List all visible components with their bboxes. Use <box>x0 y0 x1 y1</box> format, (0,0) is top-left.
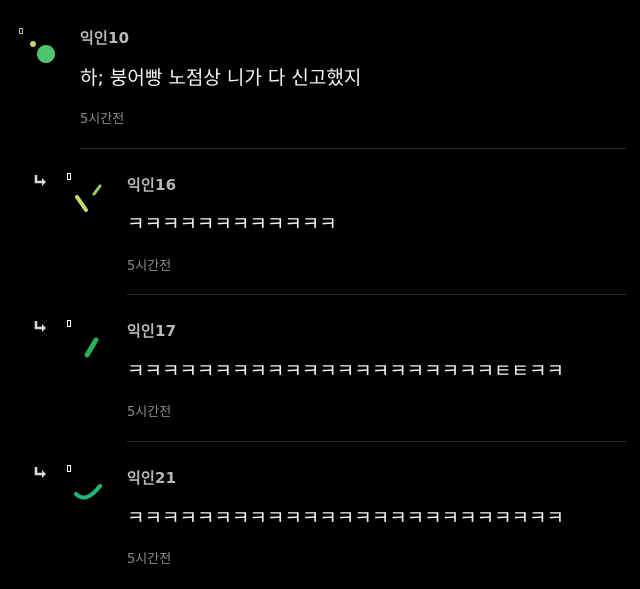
comment-time: 5시간전 <box>127 259 172 274</box>
comment-author[interactable]: 익인10 <box>80 27 129 48</box>
comment-text: 하; 붕어빵 노점상 니가 다 신고했지 <box>80 67 362 89</box>
divider <box>127 294 626 295</box>
avatar-icon[interactable] <box>14 20 58 64</box>
divider <box>127 441 626 442</box>
comment-text: ㅋㅋㅋㅋㅋㅋㅋㅋㅋㅋㅋㅋ <box>127 213 337 235</box>
avatar-icon[interactable] <box>64 168 108 212</box>
comment-time: 5시간전 <box>127 552 172 567</box>
comment-text: ㅋㅋㅋㅋㅋㅋㅋㅋㅋㅋㅋㅋㅋㅋㅋㅋㅋㅋㅋㅋㅋㅌㅌㅋㅋ <box>127 360 565 382</box>
comment-author[interactable]: 익인16 <box>127 174 176 195</box>
avatar-icon[interactable] <box>64 460 108 504</box>
reply-arrow-icon <box>34 321 46 332</box>
comment-author[interactable]: 익인17 <box>127 320 176 341</box>
comment-time: 5시간전 <box>80 112 125 127</box>
comment-author[interactable]: 익인21 <box>127 467 176 488</box>
avatar-icon[interactable] <box>64 315 108 359</box>
comment-text: ㅋㅋㅋㅋㅋㅋㅋㅋㅋㅋㅋㅋㅋㅋㅋㅋㅋㅋㅋㅋㅋㅋㅋㅋㅋ <box>127 507 565 529</box>
reply-arrow-icon <box>34 175 46 186</box>
reply-arrow-icon <box>34 467 46 478</box>
comment-time: 5시간전 <box>127 405 172 420</box>
divider <box>80 148 626 149</box>
